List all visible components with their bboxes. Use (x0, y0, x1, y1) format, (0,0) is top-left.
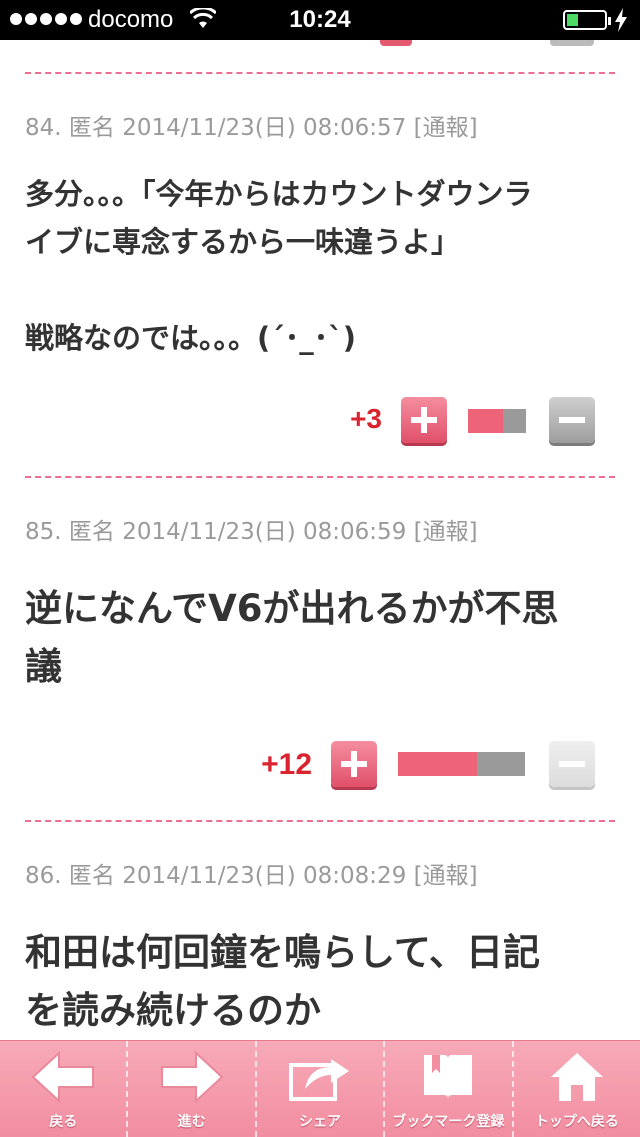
vote-ratio-positive (468, 409, 503, 433)
report-link[interactable]: 通報 (423, 519, 469, 545)
top-button[interactable]: トップへ戻る (514, 1041, 640, 1137)
comment-datetime: 2014/11/23(日) 08:06:57 (122, 115, 407, 141)
share-icon (289, 1059, 350, 1101)
charging-icon (614, 8, 628, 36)
comment-number: 86. (25, 863, 62, 889)
comment-line: 逆になんでV6が出れるかが不思 (25, 587, 559, 630)
share-label: シェア (299, 1114, 342, 1130)
comment-author: 匿名 (68, 863, 115, 889)
vote-ratio-bar (468, 409, 526, 433)
vote-score: +3 (350, 403, 382, 434)
bookmark-button[interactable]: ブックマーク登録 (385, 1041, 514, 1137)
bottom-toolbar: 戻る 進む シェア ブックマーク登録 トップへ戻る (0, 1040, 640, 1137)
plus-vote-button[interactable] (401, 397, 447, 443)
back-label: 戻る (49, 1114, 78, 1130)
vote-ratio-bar (398, 752, 525, 776)
comment-number: 85. (25, 519, 62, 545)
comment-body: 多分。。。「今年からはカウントダウンラ イブに専念するから一味違うよ」 戦略なの… (25, 170, 615, 362)
comment-line: 和田は何回鐘を鳴らして、日記 (25, 931, 541, 974)
comment-body: 逆になんでV6が出れるかが不思 議 (25, 580, 615, 696)
comment-line (25, 266, 615, 314)
comment-body: 和田は何回鐘を鳴らして、日記 を読み続けるのか (25, 924, 615, 1040)
comment-meta: 86. 匿名 2014/11/23(日) 08:08:29 [通報] (25, 863, 478, 889)
comment-line: 戦略なのでは。。。(´･_･`) (25, 321, 357, 355)
comment-author: 匿名 (68, 519, 115, 545)
status-bar: docomo 10:24 (0, 0, 640, 40)
bookmark-label: ブックマーク登録 (392, 1114, 505, 1130)
comment-line: 議 (25, 645, 62, 688)
comment-datetime: 2014/11/23(日) 08:06:59 (122, 519, 407, 545)
report-link[interactable]: 通報 (423, 115, 469, 141)
divider (25, 72, 615, 74)
comment-line: を読み続けるのか (25, 989, 321, 1032)
book-icon (424, 1055, 473, 1099)
vote-score: +12 (261, 748, 312, 781)
comment-number: 84. (25, 115, 62, 141)
divider (25, 820, 615, 822)
minus-vote-button[interactable] (549, 397, 595, 443)
forward-label: 進む (177, 1114, 206, 1130)
plus-vote-button[interactable] (331, 741, 377, 787)
comment-author: 匿名 (68, 115, 115, 141)
comment-line: イブに専念するから一味違うよ」 (25, 225, 461, 259)
comment-datetime: 2014/11/23(日) 08:08:29 (122, 863, 407, 889)
forward-arrow-icon (160, 1051, 224, 1103)
previous-minus-button[interactable] (550, 40, 594, 46)
battery-icon (563, 10, 611, 30)
home-icon (550, 1053, 603, 1101)
comment-meta: 85. 匿名 2014/11/23(日) 08:06:59 [通報] (25, 519, 478, 545)
comment-meta: 84. 匿名 2014/11/23(日) 08:06:57 [通報] (25, 115, 478, 141)
previous-plus-button[interactable] (380, 40, 412, 46)
back-button[interactable]: 戻る (0, 1041, 129, 1137)
divider (25, 476, 615, 478)
report-link[interactable]: 通報 (423, 863, 469, 889)
comment-line: 多分。。。「今年からはカウントダウンラ (25, 177, 533, 211)
share-button[interactable]: シェア (257, 1041, 386, 1137)
top-label: トップへ戻る (534, 1114, 619, 1130)
vote-ratio-positive (398, 752, 477, 776)
clock: 10:24 (289, 6, 351, 33)
back-arrow-icon (31, 1051, 95, 1103)
forward-button[interactable]: 進む (128, 1041, 257, 1137)
minus-vote-button[interactable] (549, 741, 595, 787)
